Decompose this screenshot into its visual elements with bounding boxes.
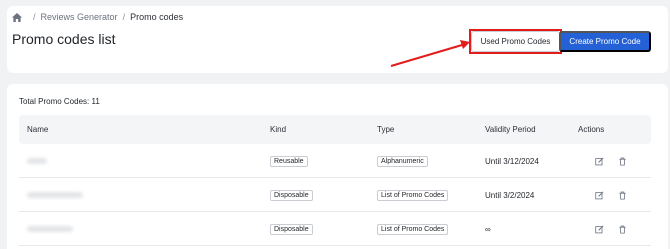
type-cell: List of Promo Codes	[377, 178, 449, 212]
name-cell-redacted	[27, 212, 77, 246]
column-header-actions: Actions	[578, 125, 605, 134]
column-header-validity[interactable]: Validity Period	[485, 115, 536, 144]
name-cell-redacted	[27, 178, 87, 212]
validity-cell: ∞	[485, 224, 491, 234]
breadcrumb: / Reviews Generator / Promo codes	[12, 12, 183, 22]
kind-cell: Disposable	[270, 212, 313, 246]
create-promo-code-button[interactable]: Create Promo Code	[559, 31, 651, 52]
edit-icon[interactable]	[595, 191, 604, 200]
page-title: Promo codes list	[12, 31, 116, 47]
kind-cell: Disposable	[270, 178, 313, 212]
edit-button[interactable]	[595, 178, 604, 212]
kind-cell: Reusable	[270, 144, 308, 178]
delete-button[interactable]	[618, 212, 627, 246]
name-cell-redacted	[27, 144, 51, 178]
kind-tag: Disposable	[270, 223, 313, 235]
table-row[interactable]: Disposable List of Promo Codes Until 3/2…	[19, 178, 651, 212]
table-row[interactable]: Reusable Alphanumeric Until 3/12/2024	[19, 144, 651, 178]
breadcrumb-separator: /	[122, 12, 126, 22]
type-tag: List of Promo Codes	[377, 223, 449, 235]
trash-icon[interactable]	[618, 225, 627, 234]
promo-codes-table: Name Kind Type Validity Period Actions R…	[19, 115, 651, 246]
breadcrumb-separator: /	[33, 12, 36, 22]
type-cell: List of Promo Codes	[377, 212, 449, 246]
column-header-name[interactable]: Name	[27, 115, 48, 144]
breadcrumb-item-promo-codes: Promo codes	[130, 12, 184, 22]
trash-icon[interactable]	[618, 191, 627, 200]
kind-tag: Disposable	[270, 189, 313, 201]
column-header-kind[interactable]: Kind	[270, 115, 286, 144]
validity-cell: Until 3/12/2024	[485, 156, 539, 166]
validity-cell: Until 3/2/2024	[485, 190, 535, 200]
column-header-type[interactable]: Type	[377, 115, 394, 144]
type-tag: List of Promo Codes	[377, 189, 449, 201]
breadcrumb-item-reviews-generator[interactable]: Reviews Generator	[41, 12, 118, 22]
trash-icon[interactable]	[618, 157, 627, 166]
total-promo-codes: Total Promo Codes: 11	[19, 97, 100, 106]
kind-tag: Reusable	[270, 155, 308, 167]
type-cell: Alphanumeric	[377, 144, 428, 178]
edit-icon[interactable]	[595, 157, 604, 166]
home-icon[interactable]	[12, 12, 22, 22]
highlight-box	[469, 29, 562, 54]
edit-button[interactable]	[595, 144, 604, 178]
edit-button[interactable]	[595, 212, 604, 246]
table-row[interactable]: Disposable List of Promo Codes ∞	[19, 212, 651, 246]
type-tag: Alphanumeric	[377, 155, 428, 167]
delete-button[interactable]	[618, 144, 627, 178]
edit-icon[interactable]	[595, 225, 604, 234]
table-header: Name Kind Type Validity Period Actions	[19, 115, 651, 144]
delete-button[interactable]	[618, 178, 627, 212]
